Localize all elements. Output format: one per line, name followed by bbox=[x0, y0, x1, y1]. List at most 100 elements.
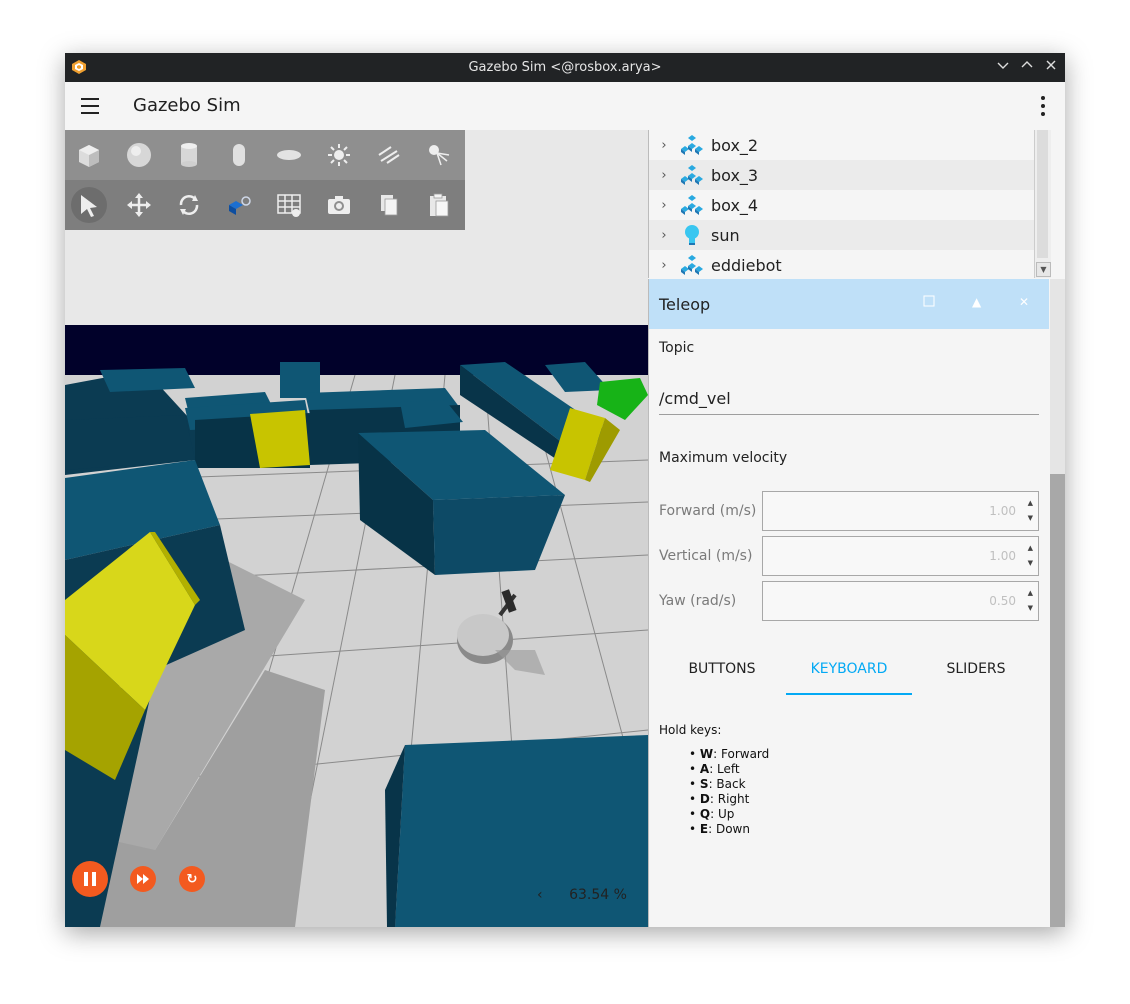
copy-icon[interactable] bbox=[371, 187, 407, 223]
real-time-factor-value: 63.54 % bbox=[569, 887, 627, 903]
point-light-icon[interactable] bbox=[321, 137, 357, 173]
entity-tree-scrollbar[interactable]: ▼ bbox=[1034, 130, 1051, 278]
sphere-icon[interactable] bbox=[121, 137, 157, 173]
list-item: • E: Down bbox=[689, 822, 750, 836]
teleop-panel-header: Teleop ▲ ✕ bbox=[648, 279, 1049, 329]
forward-velocity-spinbox[interactable]: 1.00 ▲ ▼ bbox=[762, 491, 1039, 531]
hold-keys-label: Hold keys: bbox=[659, 723, 722, 737]
spin-up-icon[interactable]: ▲ bbox=[1028, 589, 1033, 597]
rtf-expand-chevron-icon[interactable]: ‹ bbox=[537, 887, 543, 903]
vertical-velocity-row: Vertical (m/s) 1.00 ▲ ▼ bbox=[659, 536, 1039, 576]
step-button[interactable] bbox=[130, 866, 156, 892]
ellipsoid-icon[interactable] bbox=[271, 137, 307, 173]
entity-tree-item-label: box_4 bbox=[711, 195, 759, 215]
vertical-velocity-label: Vertical (m/s) bbox=[659, 548, 753, 564]
spot-light-icon[interactable] bbox=[421, 137, 457, 173]
key-action: : Right bbox=[709, 792, 750, 806]
screenshot-icon[interactable] bbox=[321, 187, 357, 223]
close-panel-icon[interactable]: ✕ bbox=[1019, 295, 1029, 309]
yaw-velocity-spinbox[interactable]: 0.50 ▲ ▼ bbox=[762, 581, 1039, 621]
entity-tree-item-box_2[interactable]: › box_2 bbox=[649, 130, 1034, 160]
translate-icon[interactable] bbox=[121, 187, 157, 223]
entity-tree-item-eddiebot[interactable]: › eddiebot bbox=[649, 250, 1034, 280]
spin-down-icon[interactable]: ▼ bbox=[1028, 514, 1033, 522]
window-title: Gazebo Sim <@rosbox.arya> bbox=[468, 60, 662, 75]
shapes-toolbar bbox=[65, 130, 465, 180]
vertical-velocity-value: 1.00 bbox=[989, 549, 1016, 563]
menu-icon[interactable] bbox=[81, 98, 99, 114]
select-icon[interactable] bbox=[71, 187, 107, 223]
key-action: : Forward bbox=[713, 747, 770, 761]
minimize-button[interactable] bbox=[993, 57, 1013, 77]
yaw-velocity-row: Yaw (rad/s) 0.50 ▲ ▼ bbox=[659, 581, 1039, 621]
right-panel-scrollbar[interactable] bbox=[1050, 279, 1065, 927]
right-panel-scroll-thumb[interactable] bbox=[1050, 474, 1065, 927]
grid-snap-icon[interactable] bbox=[271, 187, 307, 223]
list-item: • A: Left bbox=[689, 762, 740, 776]
topic-label: Topic bbox=[659, 340, 695, 356]
reset-button[interactable]: ↻ bbox=[179, 866, 205, 892]
chevron-right-icon[interactable]: › bbox=[649, 168, 679, 183]
spin-down-icon[interactable]: ▼ bbox=[1028, 559, 1033, 567]
max-velocity-label: Maximum velocity bbox=[659, 450, 788, 466]
window-titlebar: Gazebo Sim <@rosbox.arya> bbox=[65, 53, 1065, 82]
scene-toolbar bbox=[65, 130, 465, 230]
chevron-right-icon[interactable]: › bbox=[649, 228, 679, 243]
collapse-icon[interactable]: ▲ bbox=[972, 295, 981, 309]
spin-up-icon[interactable]: ▲ bbox=[1028, 499, 1033, 507]
close-button[interactable] bbox=[1041, 57, 1061, 77]
vertical-velocity-spinbox[interactable]: 1.00 ▲ ▼ bbox=[762, 536, 1039, 576]
entity-tree-item-box_4[interactable]: › box_4 bbox=[649, 190, 1034, 220]
box-icon[interactable] bbox=[71, 137, 107, 173]
key-name: S bbox=[699, 777, 709, 791]
undock-icon[interactable] bbox=[923, 295, 935, 310]
model-icon bbox=[679, 132, 705, 158]
pause-button[interactable] bbox=[72, 861, 108, 897]
entity-tree-item-box_3[interactable]: › box_3 bbox=[649, 160, 1034, 190]
cylinder-icon[interactable] bbox=[171, 137, 207, 173]
key-action: : Down bbox=[708, 822, 750, 836]
forward-velocity-value: 1.00 bbox=[989, 504, 1016, 518]
key-name: E bbox=[699, 822, 709, 836]
key-action: : Up bbox=[710, 807, 735, 821]
tab-buttons[interactable]: BUTTONS bbox=[659, 645, 785, 693]
view-angle-icon[interactable] bbox=[221, 187, 257, 223]
spin-up-icon[interactable]: ▲ bbox=[1028, 544, 1033, 552]
chevron-right-icon[interactable]: › bbox=[649, 198, 679, 213]
scene-3d-viewport[interactable] bbox=[65, 130, 648, 927]
key-name: W bbox=[699, 747, 714, 761]
directional-light-icon[interactable] bbox=[371, 137, 407, 173]
capsule-icon[interactable] bbox=[221, 137, 257, 173]
rotate-icon[interactable] bbox=[171, 187, 207, 223]
key-action: : Left bbox=[709, 762, 740, 776]
more-options-icon[interactable] bbox=[1041, 96, 1045, 116]
list-item: • W: Forward bbox=[689, 747, 770, 761]
entity-tree-scroll-thumb[interactable] bbox=[1037, 130, 1048, 258]
entity-tree-item-label: eddiebot bbox=[711, 255, 782, 275]
transform-toolbar bbox=[65, 180, 465, 230]
teleop-title: Teleop bbox=[659, 295, 711, 314]
forward-velocity-label: Forward (m/s) bbox=[659, 503, 757, 519]
chevron-right-icon[interactable]: › bbox=[649, 138, 679, 153]
app-window: Gazebo Sim <@rosbox.arya> Gazebo Sim ↻ ‹… bbox=[65, 53, 1065, 927]
tab-sliders[interactable]: SLIDERS bbox=[913, 645, 1039, 693]
app-title: Gazebo Sim bbox=[133, 95, 241, 116]
scroll-down-arrow-icon[interactable]: ▼ bbox=[1036, 262, 1051, 277]
reset-icon: ↻ bbox=[186, 871, 198, 887]
light-icon bbox=[679, 222, 705, 248]
forward-velocity-row: Forward (m/s) 1.00 ▲ ▼ bbox=[659, 491, 1039, 531]
pause-icon bbox=[84, 872, 96, 886]
model-icon bbox=[679, 162, 705, 188]
chevron-right-icon[interactable]: › bbox=[649, 258, 679, 273]
spin-down-icon[interactable]: ▼ bbox=[1028, 604, 1033, 612]
entity-tree-item-label: sun bbox=[711, 225, 740, 245]
key-name: Q bbox=[699, 807, 711, 821]
maximize-button[interactable] bbox=[1017, 57, 1037, 77]
list-item: • Q: Up bbox=[689, 807, 735, 821]
teleop-mode-tabs: BUTTONS KEYBOARD SLIDERS bbox=[649, 645, 1049, 695]
topic-input[interactable]: /cmd_vel bbox=[659, 379, 1039, 415]
entity-tree-item-sun[interactable]: › sun bbox=[649, 220, 1034, 250]
paste-icon[interactable] bbox=[421, 187, 457, 223]
tab-keyboard[interactable]: KEYBOARD bbox=[786, 645, 912, 695]
key-action: : Back bbox=[708, 777, 746, 791]
